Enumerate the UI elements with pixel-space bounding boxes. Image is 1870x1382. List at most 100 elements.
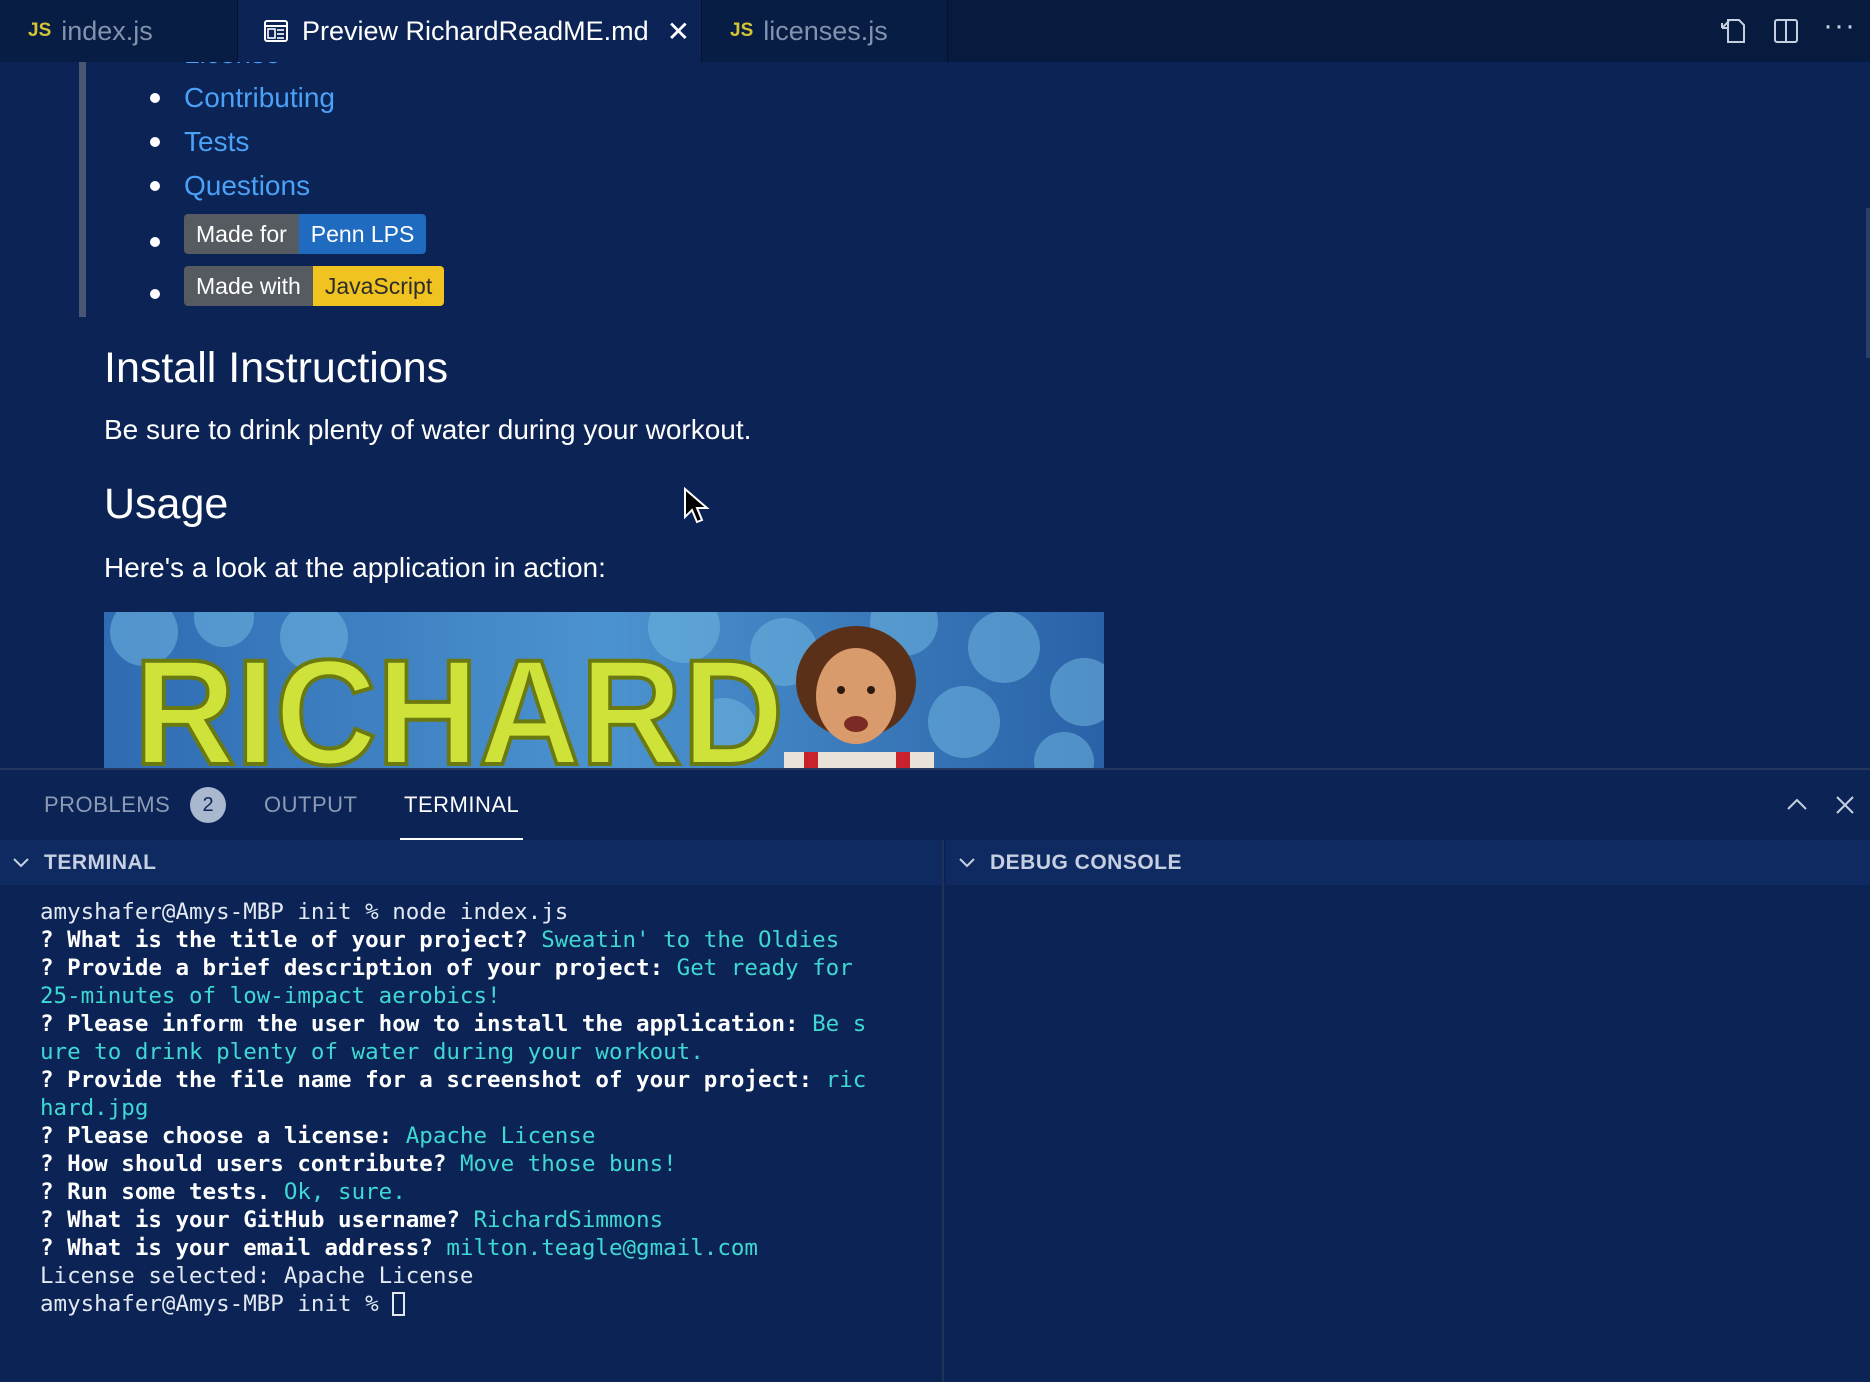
chevron-down-icon [959, 857, 975, 867]
prompt-answer: Move those buns! [459, 1151, 677, 1177]
section-title: DEBUG CONSOLE [990, 850, 1183, 874]
badge-value: Penn LPS [298, 214, 427, 254]
prompt-question: ? How should users contribute? [40, 1151, 460, 1177]
prompt-answer: 25-minutes of low-impact aerobics! [40, 983, 501, 1009]
tab-label: TERMINAL [404, 792, 520, 817]
badge-label: Made for [184, 214, 299, 254]
list-item: Made for Penn LPS [150, 208, 444, 260]
debug-console-pane: DEBUG CONSOLE [946, 840, 1870, 1382]
prompt-question: ? Run some tests. [40, 1179, 284, 1205]
list-item: License [150, 62, 444, 76]
chevron-down-icon [13, 857, 29, 867]
prompt-answer: Apache License [405, 1123, 596, 1149]
js-file-icon: JS [28, 20, 52, 41]
prompt-answer: hard.jpg [40, 1095, 149, 1121]
close-panel-icon[interactable] [1832, 792, 1858, 818]
install-text: Be sure to drink plenty of water during … [104, 414, 752, 445]
terminal-output[interactable]: amyshafer@Amys-MBP init % node index.js?… [40, 898, 866, 1318]
toc-link-questions[interactable]: Questions [184, 170, 310, 202]
panel-actions [1784, 770, 1858, 840]
debug-console-section-header[interactable]: DEBUG CONSOLE [946, 840, 1870, 885]
prompt-answer: Sweatin' to the Oldies [541, 927, 840, 953]
more-actions-icon[interactable]: ··· [1823, 9, 1856, 43]
terminal-line: ? Provide the file name for a screenshot… [40, 1066, 866, 1094]
terminal-line: ure to drink plenty of water during your… [40, 1038, 866, 1066]
install-heading: Install Instructions [104, 344, 449, 392]
terminal-line: amyshafer@Amys-MBP init % [40, 1290, 866, 1318]
terminal-line: ? What is the title of your project? Swe… [40, 926, 866, 954]
table-of-contents: License Contributing Tests Questions Mad… [150, 62, 445, 312]
tab-output[interactable]: OUTPUT [264, 770, 357, 840]
prompt-answer: Get ready for [676, 955, 853, 981]
made-for-badge[interactable]: Made for Penn LPS [184, 214, 427, 254]
js-file-icon: JS [730, 20, 754, 41]
terminal-text: License selected: Apache License [40, 1263, 474, 1289]
maximize-panel-icon[interactable] [1784, 792, 1810, 818]
terminal-section-header[interactable]: TERMINAL [0, 840, 942, 885]
open-source-icon[interactable] [1719, 16, 1749, 46]
usage-screenshot-image: RICHARD [104, 612, 1104, 768]
prompt-answer: ric [825, 1067, 867, 1093]
mouse-cursor-icon [684, 487, 710, 524]
prompt-question: ? Please inform the user how to install … [40, 1011, 813, 1037]
markdown-preview: License Contributing Tests Questions Mad… [0, 62, 1870, 768]
terminal-line: amyshafer@Amys-MBP init % node index.js [40, 898, 866, 926]
tab-terminal[interactable]: TERMINAL [399, 770, 524, 840]
terminal-line: ? Run some tests. Ok, sure. [40, 1178, 866, 1206]
tab-licenses-js[interactable]: JS licenses.js [702, 0, 948, 62]
prompt-answer: ure to drink plenty of water during your… [40, 1039, 704, 1065]
terminal-line: 25-minutes of low-impact aerobics! [40, 982, 866, 1010]
list-item: Made with JavaScript [150, 260, 445, 312]
close-icon[interactable]: ✕ [667, 15, 690, 48]
made-with-badge[interactable]: Made with JavaScript [184, 266, 445, 306]
tab-index-js[interactable]: JS index.js [0, 0, 238, 62]
prompt-question: ? What is your email address? [40, 1235, 447, 1261]
prompt-question: ? Provide the file name for a screenshot… [40, 1067, 826, 1093]
prompt-question: ? Please choose a license: [40, 1123, 406, 1149]
tab-preview-readme[interactable]: Preview RichardReadME.md ✕ [238, 0, 702, 62]
toc-link-license[interactable]: License [184, 62, 281, 70]
tab-label: PROBLEMS [44, 792, 171, 817]
terminal-pane: TERMINAL amyshafer@Amys-MBP init % node … [0, 840, 944, 1382]
prompt-answer: Ok, sure. [283, 1179, 406, 1205]
tab-label: Preview RichardReadME.md [302, 15, 649, 46]
screenshot-title-text: RICHARD [134, 628, 784, 768]
tab-problems[interactable]: PROBLEMS 2 [44, 770, 227, 840]
prompt-answer: RichardSimmons [473, 1207, 664, 1233]
scrollbar[interactable] [1866, 208, 1870, 358]
terminal-line: ? How should users contribute? Move thos… [40, 1150, 866, 1178]
panel-tab-bar: PROBLEMS 2 OUTPUT TERMINAL [0, 770, 1870, 840]
prompt-answer: milton.teagle@gmail.com [446, 1235, 758, 1261]
editor-actions: ··· [1719, 0, 1856, 62]
badge-label: Made with [184, 266, 313, 306]
prompt-question: ? What is the title of your project? [40, 927, 542, 953]
terminal-line: ? Please choose a license: Apache Licens… [40, 1122, 866, 1150]
prompt-question: ? Provide a brief description of your pr… [40, 955, 677, 981]
terminal-line: License selected: Apache License [40, 1262, 866, 1290]
terminal-line: ? Provide a brief description of your pr… [40, 954, 866, 982]
terminal-text: amyshafer@Amys-MBP init % [40, 1291, 393, 1317]
editor-tab-bar: JS index.js Preview RichardReadME.md ✕ J… [0, 0, 1870, 62]
problems-count-badge: 2 [190, 787, 227, 823]
terminal-line: ? What is your email address? milton.tea… [40, 1234, 866, 1262]
bottom-panel: PROBLEMS 2 OUTPUT TERMINAL TERMINAL amys… [0, 768, 1870, 1382]
blockquote-bar [79, 62, 86, 317]
split-editor-icon[interactable] [1771, 16, 1801, 46]
terminal-line: ? Please inform the user how to install … [40, 1010, 866, 1038]
prompt-answer: Be s [812, 1011, 867, 1037]
usage-text: Here's a look at the application in acti… [104, 552, 606, 583]
tab-label: licenses.js [763, 15, 888, 46]
terminal-line: hard.jpg [40, 1094, 866, 1122]
badge-value: JavaScript [312, 266, 445, 306]
toc-link-contributing[interactable]: Contributing [184, 82, 335, 114]
terminal-text: amyshafer@Amys-MBP init % node index.js [40, 899, 569, 925]
preview-icon [264, 20, 288, 42]
tab-label: index.js [61, 15, 153, 46]
list-item: Contributing [150, 76, 444, 120]
prompt-question: ? What is your GitHub username? [40, 1207, 474, 1233]
usage-heading: Usage [104, 480, 229, 528]
terminal-cursor [392, 1292, 406, 1316]
tab-label: OUTPUT [264, 792, 358, 817]
toc-link-tests[interactable]: Tests [184, 126, 249, 158]
list-item: Questions [150, 164, 444, 208]
